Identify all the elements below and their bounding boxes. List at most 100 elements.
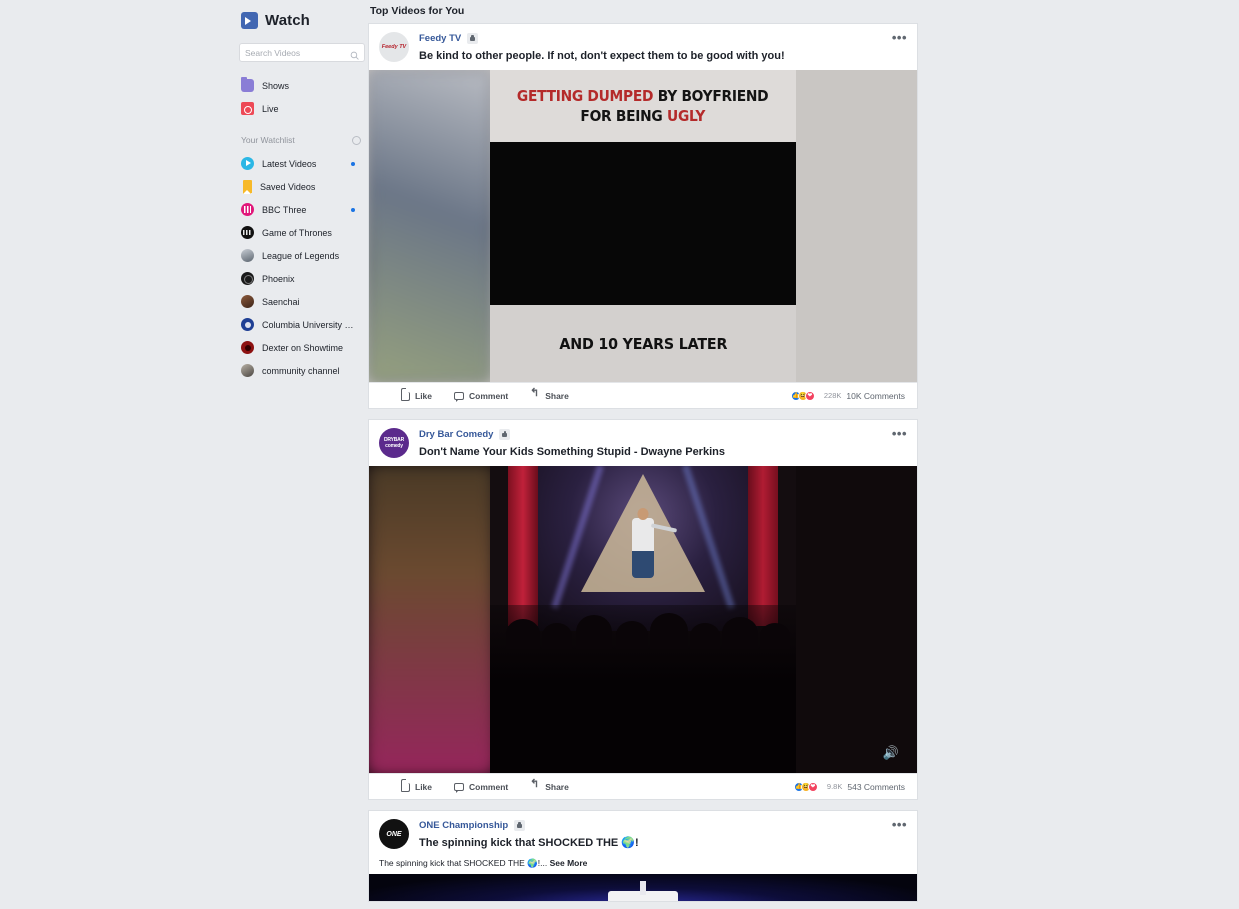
sidebar-item-league-of-legends[interactable]: League of Legends	[237, 244, 367, 267]
sidebar-item-label: Dexter on Showtime	[262, 342, 344, 353]
comment-button[interactable]: Comment	[454, 782, 508, 793]
post-description: The spinning kick that SHOCKED THE 🌍!...…	[369, 857, 917, 874]
avatar[interactable]: DRYBAR comedy	[379, 428, 409, 458]
speaker-muted-icon[interactable]: 🔊	[883, 745, 899, 761]
thumbs-up-icon	[401, 779, 410, 792]
sidebar-item-shows[interactable]: Shows	[237, 74, 367, 97]
post-actions: Like Comment Share	[381, 388, 569, 402]
comedy-stage-scene	[490, 466, 796, 773]
sidebar-item-label: Saved Videos	[260, 181, 316, 192]
comment-count[interactable]: 543 Comments	[847, 782, 905, 792]
comment-count[interactable]: 10K Comments	[846, 391, 905, 401]
share-label: Share	[545, 390, 569, 401]
like-button[interactable]: Like	[401, 388, 433, 401]
sidebar-item-phoenix[interactable]: Phoenix	[237, 267, 367, 290]
avatar[interactable]: Feedy TV	[379, 32, 409, 62]
sidebar-item-label: Columbia University in ...	[262, 319, 354, 330]
post-video-thumbnail[interactable]: GETTING DUMPED BY BOYFRIEND FOR BEING UG…	[369, 70, 917, 382]
reaction-icons[interactable]: 👍 😆 ❤	[790, 390, 815, 401]
comment-button[interactable]: Comment	[454, 391, 508, 402]
post-page-name[interactable]: Dry Bar Comedy	[419, 429, 493, 440]
love-reaction-icon: ❤	[807, 781, 818, 792]
post-footer: Like Comment Share 👍 😆 ❤	[369, 382, 917, 408]
reaction-count: 9.8K	[826, 782, 843, 791]
watchlist-nav: Latest Videos Saved Videos BBC Three Gam…	[237, 152, 367, 382]
watchlist-title: Your Watchlist	[241, 135, 295, 145]
sidebar-item-label: Phoenix	[262, 273, 295, 284]
sidebar-item-label: BBC Three	[262, 204, 307, 215]
like-button[interactable]: Like	[401, 779, 432, 792]
sidebar-item-saved-videos[interactable]: Saved Videos	[237, 175, 367, 198]
headline-red-2: UGLY	[667, 107, 706, 125]
reaction-icons[interactable]: 👍 😆 ❤	[793, 781, 818, 792]
post-card: Feedy TV Feedy TV Be kind to other peopl…	[368, 23, 918, 409]
sidebar-item-label: Saenchai	[262, 296, 300, 307]
post-title: Don't Name Your Kids Something Stupid - …	[419, 446, 725, 458]
sidebar: Watch Shows Live Your Watchlist	[237, 0, 367, 909]
video-badge-icon	[514, 820, 526, 831]
share-button[interactable]: Share	[530, 782, 569, 792]
thumbnail-center: GETTING DUMPED BY BOYFRIEND FOR BEING UG…	[490, 70, 796, 382]
watch-page: Watch Shows Live Your Watchlist	[0, 0, 1239, 909]
thumbnail-caption-text: AND 10 YEARS LATER	[559, 334, 727, 353]
post-header: ONE ONE Championship The spinning kick t…	[369, 811, 917, 857]
share-arrow-icon	[530, 783, 540, 791]
sidebar-item-label: Latest Videos	[262, 158, 317, 169]
sidebar-item-game-of-thrones[interactable]: Game of Thrones	[237, 221, 367, 244]
post-footer: Like Comment Share 👍 😆 ❤	[369, 773, 917, 799]
headline-red-1: GETTING DUMPED	[517, 87, 654, 105]
sidebar-item-live[interactable]: Live	[237, 97, 367, 120]
latest-videos-icon	[241, 157, 254, 170]
share-label: Share	[545, 781, 569, 792]
feed-heading: Top Videos for You	[370, 5, 465, 17]
post-title: The spinning kick that SHOCKED THE 🌍!	[419, 837, 639, 849]
post-video-thumbnail[interactable]	[369, 874, 917, 901]
post-header: DRYBAR comedy Dry Bar Comedy Don't Name …	[369, 420, 917, 466]
more-options-icon[interactable]: •••	[892, 31, 907, 44]
love-reaction-icon: ❤	[804, 390, 815, 401]
post-card: DRYBAR comedy Dry Bar Comedy Don't Name …	[368, 419, 918, 800]
like-label: Like	[415, 390, 433, 401]
watch-brand[interactable]: Watch	[237, 5, 367, 35]
sidebar-item-community-channel[interactable]: community channel	[237, 359, 367, 382]
search-videos-box[interactable]	[239, 43, 365, 62]
comment-bubble-icon	[454, 391, 465, 402]
reaction-count: 228K	[823, 391, 842, 400]
video-feed: Top Videos for You Feedy TV Feedy TV Be …	[368, 0, 918, 909]
avatar[interactable]: ONE	[379, 819, 409, 849]
more-options-icon[interactable]: •••	[892, 427, 907, 440]
post-page-name[interactable]: Feedy TV	[419, 33, 461, 44]
share-arrow-icon	[530, 392, 540, 400]
post-page-name[interactable]: ONE Championship	[419, 820, 508, 831]
sidebar-item-saenchai[interactable]: Saenchai	[237, 290, 367, 313]
sidebar-item-bbc-three[interactable]: BBC Three	[237, 198, 367, 221]
primary-nav: Shows Live	[237, 74, 367, 120]
see-more-link[interactable]: See More	[550, 858, 588, 868]
thumbnail-dark-panel	[490, 142, 796, 305]
live-icon	[241, 102, 254, 115]
sidebar-item-columbia-university[interactable]: Columbia University in ...	[237, 313, 367, 336]
sidebar-item-label: Game of Thrones	[262, 227, 332, 238]
unread-dot	[351, 162, 355, 166]
sidebar-item-label: Live	[262, 103, 279, 114]
search-icon	[350, 47, 359, 65]
unread-dot	[351, 208, 355, 212]
share-button[interactable]: Share	[530, 391, 569, 401]
sidebar-item-latest-videos[interactable]: Latest Videos	[237, 152, 367, 175]
thumbnail-caption: AND 10 YEARS LATER	[490, 305, 796, 382]
post-video-thumbnail[interactable]: 🔊	[369, 466, 917, 773]
saenchai-avatar	[241, 295, 254, 308]
search-input[interactable]	[245, 47, 359, 58]
sidebar-item-dexter-on-showtime[interactable]: Dexter on Showtime	[237, 336, 367, 359]
gear-icon[interactable]	[352, 135, 361, 145]
more-options-icon[interactable]: •••	[892, 818, 907, 831]
thumbnail-center	[490, 466, 796, 773]
shows-icon	[241, 77, 254, 92]
dexter-avatar	[241, 341, 254, 354]
sidebar-item-label: community channel	[262, 365, 340, 376]
video-badge-icon	[499, 429, 511, 440]
post-actions: Like Comment Share	[381, 779, 569, 793]
watchlist-header: Your Watchlist	[237, 130, 367, 150]
post-card: ONE ONE Championship The spinning kick t…	[368, 810, 918, 902]
thumbs-up-icon	[401, 388, 410, 401]
